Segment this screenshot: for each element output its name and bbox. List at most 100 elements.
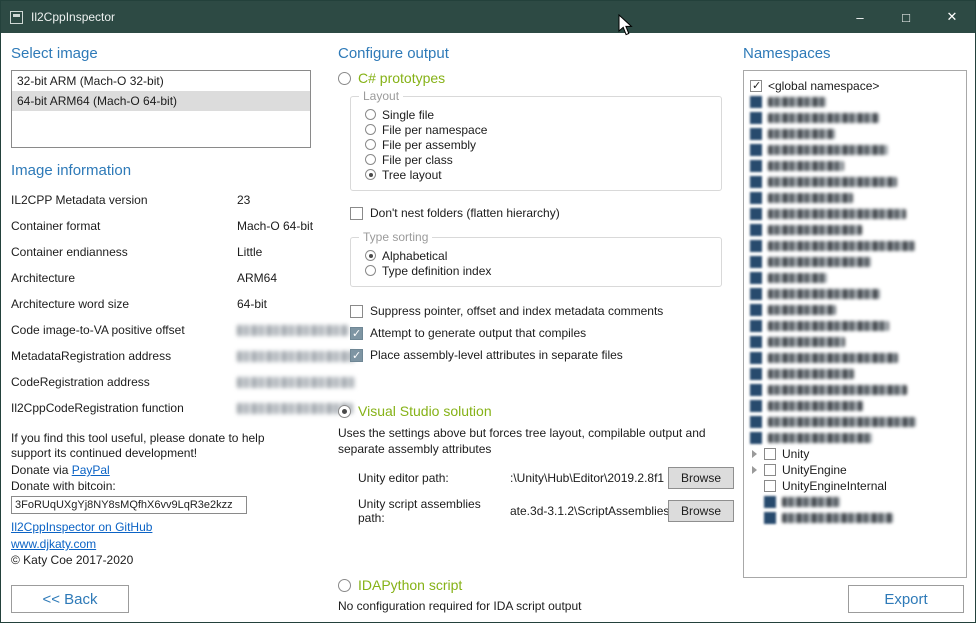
github-link[interactable]: Il2CppInspector on GitHub bbox=[11, 520, 311, 535]
namespace-row-redacted[interactable] bbox=[750, 190, 960, 206]
expander-icon[interactable] bbox=[752, 450, 757, 458]
radio-icon[interactable] bbox=[338, 579, 351, 592]
radio-icon[interactable] bbox=[365, 139, 376, 150]
paypal-link[interactable]: PayPal bbox=[72, 463, 110, 477]
browse-script-assemblies-button[interactable]: Browse bbox=[668, 500, 734, 522]
checkbox-icon[interactable] bbox=[350, 207, 363, 220]
maximize-button[interactable]: □ bbox=[883, 1, 929, 33]
namespace-checkbox[interactable] bbox=[750, 384, 762, 396]
namespace-checkbox[interactable] bbox=[750, 144, 762, 156]
namespace-checkbox[interactable] bbox=[750, 128, 762, 140]
namespace-row-redacted[interactable] bbox=[750, 430, 960, 446]
checkbox-icon[interactable] bbox=[350, 327, 363, 340]
radio-single-file[interactable]: Single file bbox=[365, 107, 711, 122]
radio-file-per-class[interactable]: File per class bbox=[365, 152, 711, 167]
namespace-row-redacted[interactable] bbox=[750, 110, 960, 126]
namespace-row-redacted[interactable] bbox=[750, 334, 960, 350]
namespace-checkbox[interactable] bbox=[750, 192, 762, 204]
idapython-script-option[interactable]: IDAPython script bbox=[338, 577, 734, 593]
namespace-checkbox[interactable] bbox=[750, 256, 762, 268]
back-button[interactable]: << Back bbox=[11, 585, 129, 613]
namespace-row-redacted[interactable] bbox=[750, 94, 960, 110]
radio-icon[interactable] bbox=[365, 250, 376, 261]
bitcoin-address-input[interactable] bbox=[11, 496, 247, 514]
namespace-checkbox[interactable] bbox=[764, 448, 776, 460]
namespace-checkbox[interactable] bbox=[750, 416, 762, 428]
namespace-row-unityengineinternal[interactable]: UnityEngineInternal bbox=[750, 478, 960, 494]
website-link[interactable]: www.djkaty.com bbox=[11, 537, 311, 552]
namespace-checkbox[interactable] bbox=[750, 336, 762, 348]
namespace-row-unityengine[interactable]: UnityEngine bbox=[750, 462, 960, 478]
namespace-checkbox[interactable] bbox=[764, 480, 776, 492]
namespaces-panel[interactable]: <global namespace> Unity UnityEngine Uni… bbox=[743, 70, 967, 578]
namespace-row-redacted[interactable] bbox=[750, 142, 960, 158]
namespace-checkbox[interactable] bbox=[764, 512, 776, 524]
radio-file-per-namespace[interactable]: File per namespace bbox=[365, 122, 711, 137]
radio-tree-layout[interactable]: Tree layout bbox=[365, 167, 711, 182]
radio-icon[interactable] bbox=[365, 109, 376, 120]
suppress-metadata-checkbox-row[interactable]: Suppress pointer, offset and index metad… bbox=[350, 303, 734, 319]
namespace-checkbox[interactable] bbox=[750, 208, 762, 220]
namespace-checkbox[interactable] bbox=[750, 80, 762, 92]
namespace-row-redacted[interactable] bbox=[750, 286, 960, 302]
namespace-checkbox[interactable] bbox=[750, 304, 762, 316]
unity-editor-path-value[interactable]: :\Unity\Hub\Editor\2019.2.8f1 bbox=[510, 471, 668, 485]
list-item-image-0[interactable]: 32-bit ARM (Mach-O 32-bit) bbox=[12, 71, 310, 91]
namespace-checkbox[interactable] bbox=[764, 464, 776, 476]
namespace-row-global[interactable]: <global namespace> bbox=[750, 78, 960, 94]
namespace-row-redacted[interactable] bbox=[750, 398, 960, 414]
namespace-row-redacted[interactable] bbox=[750, 158, 960, 174]
attempt-compile-checkbox-row[interactable]: Attempt to generate output that compiles bbox=[350, 325, 734, 341]
namespace-checkbox[interactable] bbox=[750, 272, 762, 284]
namespace-row-redacted[interactable] bbox=[750, 414, 960, 430]
namespace-checkbox[interactable] bbox=[750, 160, 762, 172]
flatten-hierarchy-checkbox-row[interactable]: Don't nest folders (flatten hierarchy) bbox=[350, 205, 734, 221]
radio-icon[interactable] bbox=[365, 169, 376, 180]
radio-icon[interactable] bbox=[365, 265, 376, 276]
checkbox-icon[interactable] bbox=[350, 305, 363, 318]
namespace-checkbox[interactable] bbox=[750, 112, 762, 124]
namespace-row-redacted[interactable] bbox=[750, 254, 960, 270]
checkbox-icon[interactable] bbox=[350, 349, 363, 362]
csharp-prototypes-option[interactable]: C# prototypes bbox=[338, 70, 734, 86]
close-button[interactable]: ✕ bbox=[929, 1, 975, 33]
namespace-row-unity[interactable]: Unity bbox=[750, 446, 960, 462]
namespace-row-redacted[interactable] bbox=[750, 510, 960, 526]
minimize-button[interactable]: – bbox=[837, 1, 883, 33]
namespace-row-redacted[interactable] bbox=[750, 382, 960, 398]
unity-script-path-value[interactable]: ate.3d-3.1.2\ScriptAssemblies bbox=[510, 504, 668, 518]
radio-icon[interactable] bbox=[365, 154, 376, 165]
namespace-row-redacted[interactable] bbox=[750, 206, 960, 222]
namespace-row-redacted[interactable] bbox=[750, 174, 960, 190]
namespace-checkbox[interactable] bbox=[750, 288, 762, 300]
namespace-row-redacted[interactable] bbox=[750, 270, 960, 286]
assembly-attributes-checkbox-row[interactable]: Place assembly-level attributes in separ… bbox=[350, 347, 734, 363]
namespace-checkbox[interactable] bbox=[750, 320, 762, 332]
radio-icon[interactable] bbox=[338, 72, 351, 85]
namespace-checkbox[interactable] bbox=[750, 432, 762, 444]
namespace-checkbox[interactable] bbox=[750, 368, 762, 380]
namespace-checkbox[interactable] bbox=[750, 176, 762, 188]
radio-type-definition-index[interactable]: Type definition index bbox=[365, 263, 711, 278]
namespace-checkbox[interactable] bbox=[750, 96, 762, 108]
namespace-checkbox[interactable] bbox=[750, 400, 762, 412]
expander-icon[interactable] bbox=[752, 466, 757, 474]
namespace-row-redacted[interactable] bbox=[750, 126, 960, 142]
radio-icon[interactable] bbox=[338, 405, 351, 418]
namespace-row-redacted[interactable] bbox=[750, 302, 960, 318]
namespace-row-redacted[interactable] bbox=[750, 238, 960, 254]
browse-editor-button[interactable]: Browse bbox=[668, 467, 734, 489]
namespace-checkbox[interactable] bbox=[750, 224, 762, 236]
namespace-checkbox[interactable] bbox=[750, 352, 762, 364]
namespace-row-redacted[interactable] bbox=[750, 350, 960, 366]
namespace-row-redacted[interactable] bbox=[750, 318, 960, 334]
export-button[interactable]: Export bbox=[848, 585, 964, 613]
namespace-row-redacted[interactable] bbox=[750, 494, 960, 510]
radio-alphabetical[interactable]: Alphabetical bbox=[365, 248, 711, 263]
namespace-row-redacted[interactable] bbox=[750, 222, 960, 238]
radio-icon[interactable] bbox=[365, 124, 376, 135]
visual-studio-solution-option[interactable]: Visual Studio solution bbox=[338, 403, 734, 419]
list-item-image-1[interactable]: 64-bit ARM64 (Mach-O 64-bit) bbox=[12, 91, 310, 111]
namespace-checkbox[interactable] bbox=[764, 496, 776, 508]
namespace-checkbox[interactable] bbox=[750, 240, 762, 252]
